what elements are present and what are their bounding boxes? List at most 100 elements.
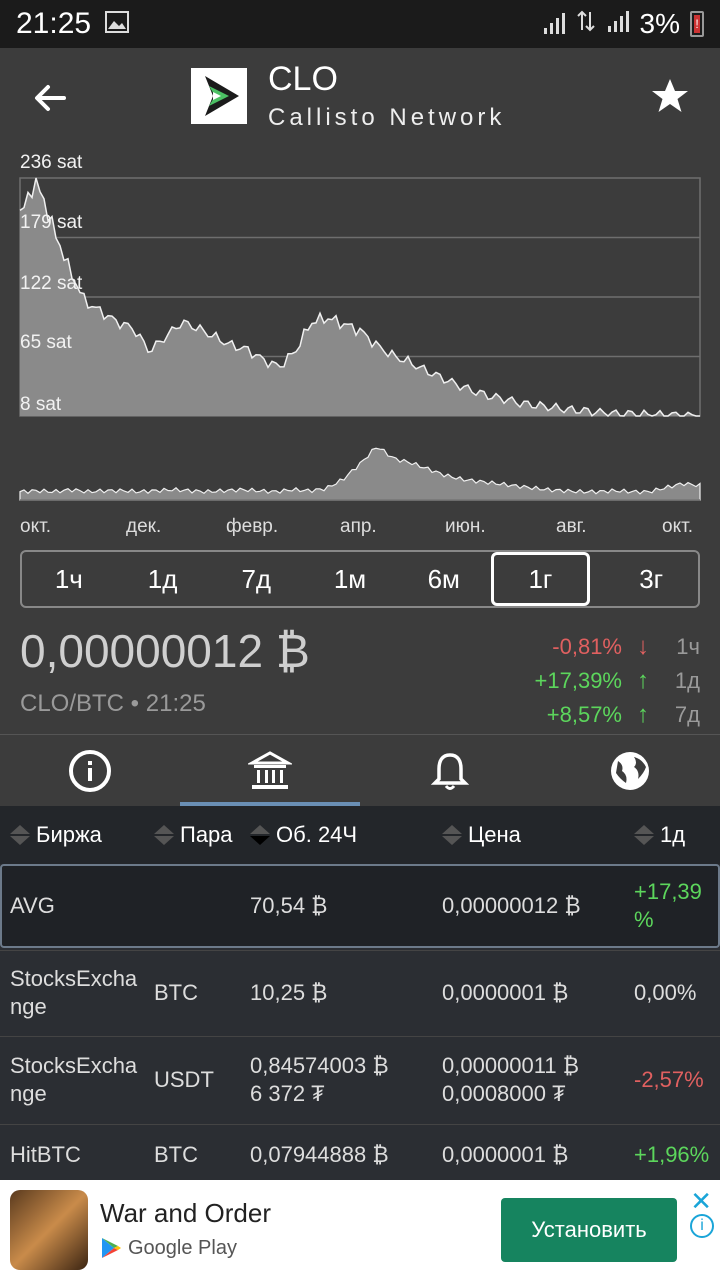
column-header-volume: Об. 24Ч bbox=[276, 822, 358, 847]
sort-price[interactable]: Цена bbox=[442, 822, 521, 848]
cell-price: 0,0000001 ₿ bbox=[442, 980, 569, 1005]
sort-icon bbox=[154, 825, 174, 845]
battery-percent: 3% bbox=[639, 8, 680, 39]
sort-pair[interactable]: Пара bbox=[154, 822, 233, 848]
x-axis-label: дек. bbox=[126, 516, 162, 537]
cell-change: 0,00% bbox=[634, 980, 697, 1005]
x-axis: окт. дек. февр. апр. июн. авг. окт. bbox=[0, 516, 720, 540]
status-time: 21:25 bbox=[16, 7, 92, 40]
install-button[interactable]: Установить bbox=[501, 1198, 677, 1262]
y-axis-label: 8 sat bbox=[20, 394, 62, 415]
arrow-down-icon: ↓ bbox=[637, 633, 649, 660]
google-play-icon bbox=[102, 1238, 121, 1258]
cell-volume: 10,25 ₿ bbox=[250, 980, 328, 1005]
x-axis-label: окт. bbox=[20, 516, 51, 537]
cell-price: 0,00000012 ₿ bbox=[442, 893, 581, 918]
cell-change: +17,39 % bbox=[634, 879, 702, 932]
table-row-avg[interactable]: AVG 70,54 ₿ 0,00000012 ₿ +17,39 % bbox=[0, 864, 720, 948]
cell-pair: BTC bbox=[154, 980, 198, 1005]
cell-exchange: StocksExchange bbox=[10, 966, 138, 1019]
sort-volume[interactable]: Об. 24Ч bbox=[250, 822, 357, 848]
pair-timestamp: CLO/BTC • 21:25 bbox=[20, 690, 206, 717]
tab-info[interactable] bbox=[0, 735, 180, 806]
cell-price: 0,0000001 ₿ bbox=[442, 1142, 569, 1167]
back-arrow-icon[interactable] bbox=[30, 78, 70, 118]
sort-change[interactable]: 1д bbox=[634, 822, 685, 848]
cell-price: 0,00000011 ₿ bbox=[442, 1053, 579, 1078]
ad-store-label: Google Play bbox=[128, 1236, 237, 1259]
price-chart[interactable]: 236 sat 179 sat 122 sat 65 sat 8 sat bbox=[0, 148, 720, 548]
current-price: 0,00000012 ₿ bbox=[20, 625, 310, 677]
coin-symbol: CLO bbox=[268, 60, 338, 98]
column-header-pair: Пара bbox=[180, 822, 233, 847]
ad-app-icon[interactable] bbox=[10, 1190, 88, 1270]
volume-area bbox=[19, 447, 701, 501]
sort-icon bbox=[442, 825, 462, 845]
ad-banner[interactable]: War and Order Google Play Установить ✕ i bbox=[0, 1180, 720, 1280]
sort-desc-icon bbox=[250, 825, 270, 845]
arrow-up-icon: ↑ bbox=[637, 667, 649, 694]
section-tabs bbox=[0, 734, 720, 806]
close-icon[interactable]: ✕ bbox=[690, 1186, 712, 1217]
range-1h[interactable]: 1ч bbox=[22, 552, 116, 606]
sort-icon bbox=[634, 825, 654, 845]
cell-exchange: HitBTC bbox=[10, 1142, 81, 1167]
coin-name: Callisto Network bbox=[268, 104, 506, 131]
range-1y[interactable]: 1г bbox=[490, 552, 591, 606]
info-icon[interactable]: i bbox=[690, 1214, 714, 1238]
signal-icon-2 bbox=[606, 8, 630, 41]
cell-exchange: AVG bbox=[10, 893, 55, 918]
cell-change: -2,57% bbox=[634, 1067, 704, 1092]
table-row[interactable]: StocksExchange USDT 0,84574003 ₿ 6 372 ₮… bbox=[0, 1036, 720, 1124]
change-percent: -0,81% bbox=[552, 634, 622, 659]
bell-icon bbox=[430, 752, 470, 790]
range-1m[interactable]: 1м bbox=[303, 552, 397, 606]
x-axis-label: окт. bbox=[662, 516, 693, 537]
cell-change: +1,96% bbox=[634, 1142, 710, 1167]
range-6m[interactable]: 6м bbox=[397, 552, 491, 606]
arrow-up-icon: ↑ bbox=[637, 701, 649, 728]
coin-header: CLO Callisto Network bbox=[0, 48, 720, 148]
y-axis-label: 65 sat bbox=[20, 332, 72, 353]
y-axis-label: 236 sat bbox=[20, 152, 83, 173]
globe-icon bbox=[611, 751, 649, 790]
change-row: -0,81% ↓ 1ч bbox=[400, 630, 700, 664]
image-notification-icon bbox=[105, 8, 130, 40]
change-period: 1ч bbox=[676, 634, 700, 659]
change-row: +8,57% ↑ 7д bbox=[400, 698, 700, 732]
y-axis-label: 122 sat bbox=[20, 273, 83, 294]
range-7d[interactable]: 7д bbox=[209, 552, 303, 606]
exchanges-table: Биржа Пара Об. 24Ч Цена 1д AVG 70,54 ₿ 0… bbox=[0, 806, 720, 1180]
favorite-star-icon[interactable] bbox=[650, 76, 690, 116]
price-changes: -0,81% ↓ 1ч +17,39% ↑ 1д +8,57% ↑ 7д bbox=[400, 630, 700, 732]
table-row[interactable]: StocksExchange BTC 10,25 ₿ 0,0000001 ₿ 0… bbox=[0, 950, 720, 1036]
x-axis-label: авг. bbox=[556, 516, 587, 537]
cell-volume: 0,07944888 ₿ bbox=[250, 1142, 389, 1167]
column-header-exchange: Биржа bbox=[36, 822, 102, 847]
cell-volume-2: 6 372 ₮ bbox=[250, 1081, 325, 1106]
sort-icon bbox=[10, 825, 30, 845]
cell-volume: 70,54 ₿ bbox=[250, 893, 328, 918]
sort-exchange[interactable]: Биржа bbox=[10, 822, 102, 848]
tab-alerts[interactable] bbox=[360, 735, 540, 806]
change-period: 7д bbox=[674, 702, 700, 727]
cell-volume: 0,84574003 ₿ bbox=[250, 1053, 389, 1078]
tab-exchanges[interactable] bbox=[180, 735, 360, 806]
column-header-change: 1д bbox=[660, 822, 686, 847]
info-icon bbox=[69, 749, 111, 792]
price-chart-svg bbox=[19, 177, 701, 501]
bank-icon bbox=[248, 750, 292, 789]
coin-logo bbox=[191, 68, 247, 124]
cell-price-2: 0,0008000 ₮ bbox=[442, 1081, 566, 1106]
data-arrows-icon bbox=[576, 8, 596, 41]
battery-icon bbox=[690, 11, 704, 37]
ad-store: Google Play bbox=[100, 1236, 237, 1260]
change-row: +17,39% ↑ 1д bbox=[400, 664, 700, 698]
tab-web[interactable] bbox=[540, 735, 720, 806]
range-1d[interactable]: 1д bbox=[116, 552, 210, 606]
table-row[interactable]: HitBTC BTC 0,07944888 ₿ 0,0000001 ₿ +1,9… bbox=[0, 1124, 720, 1180]
cell-pair: BTC bbox=[154, 1142, 198, 1167]
change-percent: +8,57% bbox=[546, 702, 622, 727]
range-3y[interactable]: 3г bbox=[604, 552, 698, 606]
x-axis-label: июн. bbox=[445, 516, 486, 537]
